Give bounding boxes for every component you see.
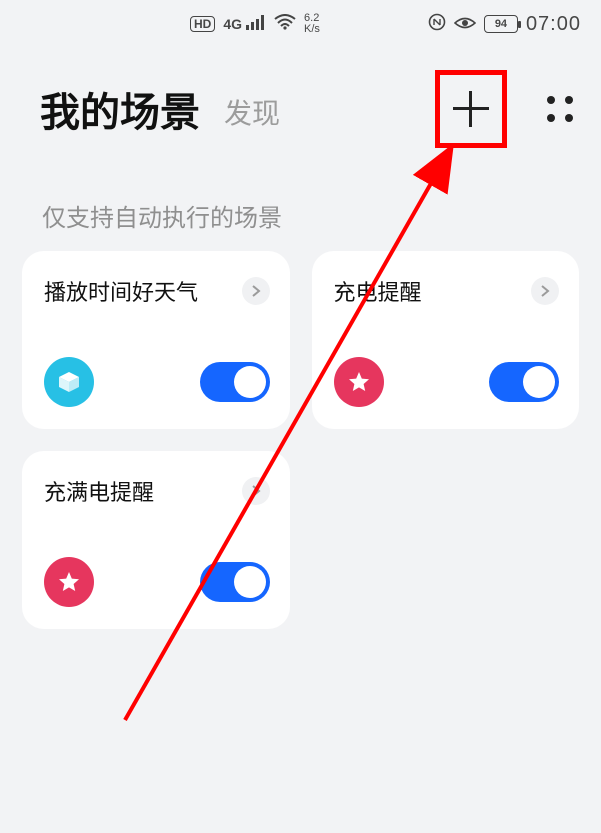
chevron-right-icon[interactable] [242, 477, 270, 505]
network-speed: 6.2 K/s [304, 13, 320, 35]
add-button[interactable] [451, 89, 491, 129]
clock: 07:00 [526, 13, 581, 36]
signal-icon [246, 14, 266, 35]
battery-icon: 94 [484, 15, 518, 33]
scene-toggle[interactable] [200, 362, 270, 402]
scene-cards: 播放时间好天气 充电提醒 [0, 251, 601, 629]
scene-title: 播放时间好天气 [44, 275, 198, 307]
scene-toggle[interactable] [489, 362, 559, 402]
tab-discover[interactable]: 发现 [224, 92, 280, 132]
scene-title: 充满电提醒 [44, 475, 154, 507]
sync-icon [428, 13, 446, 36]
tab-bar: 我的场景 发现 [0, 48, 601, 158]
scene-toggle[interactable] [200, 562, 270, 602]
hd-icon: HD [190, 16, 215, 32]
status-bar: HD 4G 6.2 K/s [0, 0, 601, 48]
scene-card[interactable]: 充满电提醒 [22, 451, 290, 629]
chevron-right-icon[interactable] [531, 277, 559, 305]
tab-my-scenes[interactable]: 我的场景 [40, 80, 200, 138]
network-gen: 4G [223, 16, 242, 32]
scene-card[interactable]: 充电提醒 [312, 251, 580, 429]
scene-card[interactable]: 播放时间好天气 [22, 251, 290, 429]
wifi-icon [274, 14, 296, 35]
star-icon [334, 357, 384, 407]
star-icon [44, 557, 94, 607]
section-label: 仅支持自动执行的场景 [0, 158, 601, 251]
cube-icon [44, 357, 94, 407]
more-button[interactable] [547, 96, 573, 122]
annotation-highlight-box [435, 70, 507, 148]
eye-icon [454, 14, 476, 35]
chevron-right-icon[interactable] [242, 277, 270, 305]
scene-title: 充电提醒 [334, 275, 422, 307]
